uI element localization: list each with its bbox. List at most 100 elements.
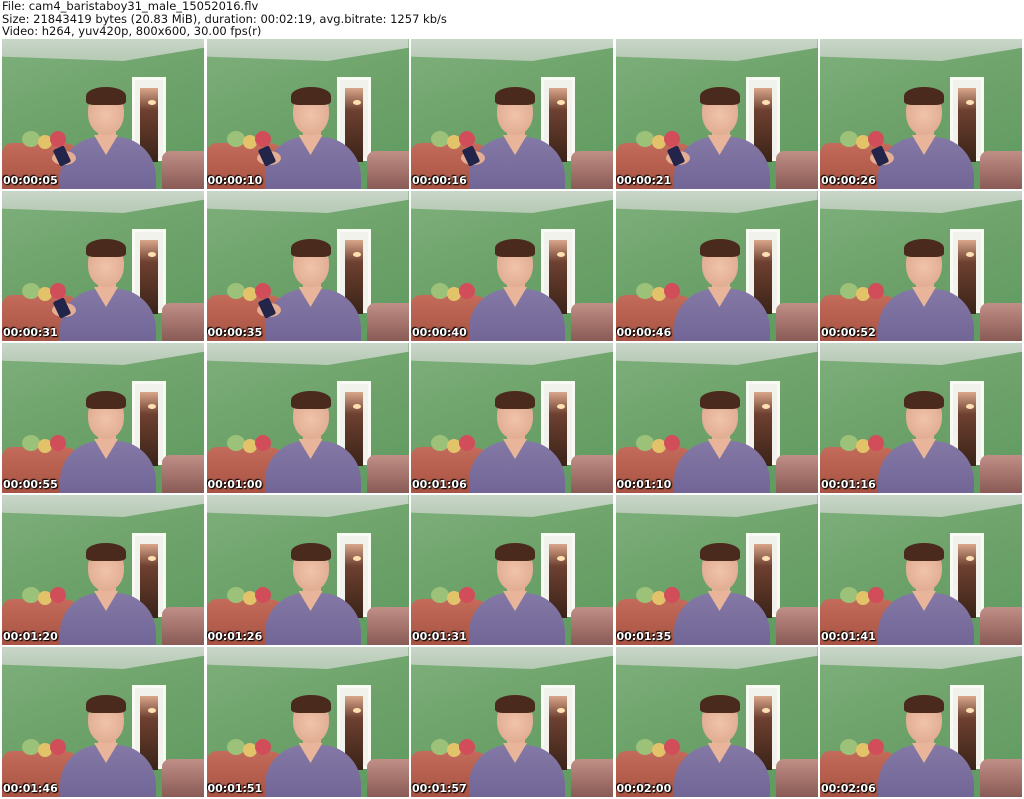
scene-chairR bbox=[366, 151, 409, 189]
scene-hair bbox=[86, 543, 126, 561]
scene-hair bbox=[290, 543, 331, 561]
video-thumbnail: 00:00:46 bbox=[615, 191, 818, 341]
frame-timestamp: 00:01:10 bbox=[616, 478, 672, 491]
scene-chairR bbox=[571, 607, 613, 645]
scene-chairR bbox=[162, 303, 204, 341]
scene-chairR bbox=[775, 759, 818, 797]
frame-timestamp: 00:01:51 bbox=[207, 782, 263, 795]
video-thumbnail: 00:00:52 bbox=[820, 191, 1022, 341]
scene-hair bbox=[904, 543, 944, 561]
scene-pillow3 bbox=[254, 739, 271, 755]
scene-lamp bbox=[352, 252, 361, 257]
video-thumbnail: 00:01:51 bbox=[206, 647, 409, 797]
frame-timestamp: 00:00:31 bbox=[3, 326, 58, 339]
scene-hair bbox=[699, 87, 740, 105]
video-thumbnail: 00:01:20 bbox=[2, 495, 204, 645]
scene-pillow1 bbox=[226, 435, 245, 451]
scene-pillow3 bbox=[254, 587, 271, 603]
scene-chairR bbox=[571, 455, 613, 493]
video-thumbnail: 00:01:35 bbox=[615, 495, 818, 645]
scene-lamp bbox=[966, 100, 974, 105]
frame-timestamp: 00:00:16 bbox=[412, 174, 467, 187]
frame-timestamp: 00:00:52 bbox=[821, 326, 876, 339]
scene-lamp bbox=[557, 404, 565, 409]
scene-chairR bbox=[162, 607, 204, 645]
scene-lamp bbox=[352, 404, 361, 409]
scene-chairR bbox=[366, 759, 409, 797]
scene-pillow3 bbox=[459, 435, 475, 451]
frame-timestamp: 00:00:26 bbox=[821, 174, 876, 187]
frame-timestamp: 00:01:06 bbox=[412, 478, 467, 491]
scene-pillow1 bbox=[635, 587, 654, 603]
scene-chairR bbox=[571, 759, 613, 797]
scene-lamp bbox=[352, 708, 361, 713]
scene-chairR bbox=[162, 455, 204, 493]
scene-pillow3 bbox=[459, 283, 475, 299]
scene-lamp bbox=[352, 556, 361, 561]
frame-timestamp: 00:01:35 bbox=[616, 630, 672, 643]
scene-chairR bbox=[775, 151, 818, 189]
scene-hair bbox=[904, 239, 944, 257]
frame-timestamp: 00:00:35 bbox=[207, 326, 263, 339]
scene-pillow3 bbox=[459, 587, 475, 603]
scene-lamp bbox=[966, 708, 974, 713]
scene-lamp bbox=[761, 252, 770, 257]
scene-hair bbox=[495, 695, 535, 713]
scene-hair bbox=[904, 87, 944, 105]
frame-timestamp: 00:01:31 bbox=[412, 630, 467, 643]
scene-chairR bbox=[980, 303, 1022, 341]
video-thumbnail: 00:00:26 bbox=[820, 39, 1022, 189]
scene-hair bbox=[699, 239, 740, 257]
scene-lamp bbox=[966, 404, 974, 409]
frame-timestamp: 00:00:46 bbox=[616, 326, 672, 339]
scene-chairR bbox=[366, 607, 409, 645]
video-thumbnail: 00:02:06 bbox=[820, 647, 1022, 797]
scene-lamp bbox=[557, 252, 565, 257]
frame-timestamp: 00:01:00 bbox=[207, 478, 263, 491]
video-thumbnail: 00:01:26 bbox=[206, 495, 409, 645]
scene-hair bbox=[86, 695, 126, 713]
scene-pillow3 bbox=[663, 587, 680, 603]
scene-pillow1 bbox=[635, 131, 654, 147]
frame-timestamp: 00:01:26 bbox=[207, 630, 263, 643]
scene-pillow1 bbox=[635, 739, 654, 755]
scene-lamp bbox=[148, 404, 156, 409]
scene-hair bbox=[86, 87, 126, 105]
scene-chairR bbox=[162, 759, 204, 797]
video-thumbnail: 00:00:40 bbox=[411, 191, 613, 341]
scene-lamp bbox=[761, 708, 770, 713]
scene-pillow3 bbox=[50, 435, 66, 451]
scene-lamp bbox=[761, 556, 770, 561]
scene-pillow3 bbox=[254, 131, 271, 147]
scene-hair bbox=[699, 543, 740, 561]
scene-pillow1 bbox=[635, 283, 654, 299]
video-info-line: Video: h264, yuv420p, 800x600, 30.00 fps… bbox=[2, 24, 262, 38]
scene-chairR bbox=[980, 759, 1022, 797]
scene-hair bbox=[699, 695, 740, 713]
video-thumbnail: 00:00:35 bbox=[206, 191, 409, 341]
scene-pillow3 bbox=[868, 739, 884, 755]
frame-timestamp: 00:02:00 bbox=[616, 782, 672, 795]
scene-chairR bbox=[366, 455, 409, 493]
scene-pillow3 bbox=[868, 587, 884, 603]
scene-pillow3 bbox=[50, 131, 66, 147]
scene-chairR bbox=[571, 303, 613, 341]
frame-timestamp: 00:02:06 bbox=[821, 782, 876, 795]
scene-chairR bbox=[980, 607, 1022, 645]
file-name-line: File: cam4_baristaboy31_male_15052016.fl… bbox=[2, 0, 259, 13]
scene-pillow3 bbox=[254, 435, 271, 451]
scene-hair bbox=[904, 695, 944, 713]
file-info-header: File: cam4_baristaboy31_male_15052016.fl… bbox=[2, 0, 1022, 38]
frame-timestamp: 00:00:10 bbox=[207, 174, 263, 187]
scene-pillow1 bbox=[635, 435, 654, 451]
video-thumbnail: 00:01:31 bbox=[411, 495, 613, 645]
frame-timestamp: 00:01:57 bbox=[412, 782, 467, 795]
scene-hair bbox=[495, 391, 535, 409]
scene-pillow1 bbox=[226, 131, 245, 147]
video-thumbnail: 00:01:06 bbox=[411, 343, 613, 493]
frame-timestamp: 00:01:41 bbox=[821, 630, 876, 643]
scene-pillow1 bbox=[226, 587, 245, 603]
video-thumbnail: 00:00:16 bbox=[411, 39, 613, 189]
video-thumbnail: 00:00:05 bbox=[2, 39, 204, 189]
scene-lamp bbox=[352, 100, 361, 105]
